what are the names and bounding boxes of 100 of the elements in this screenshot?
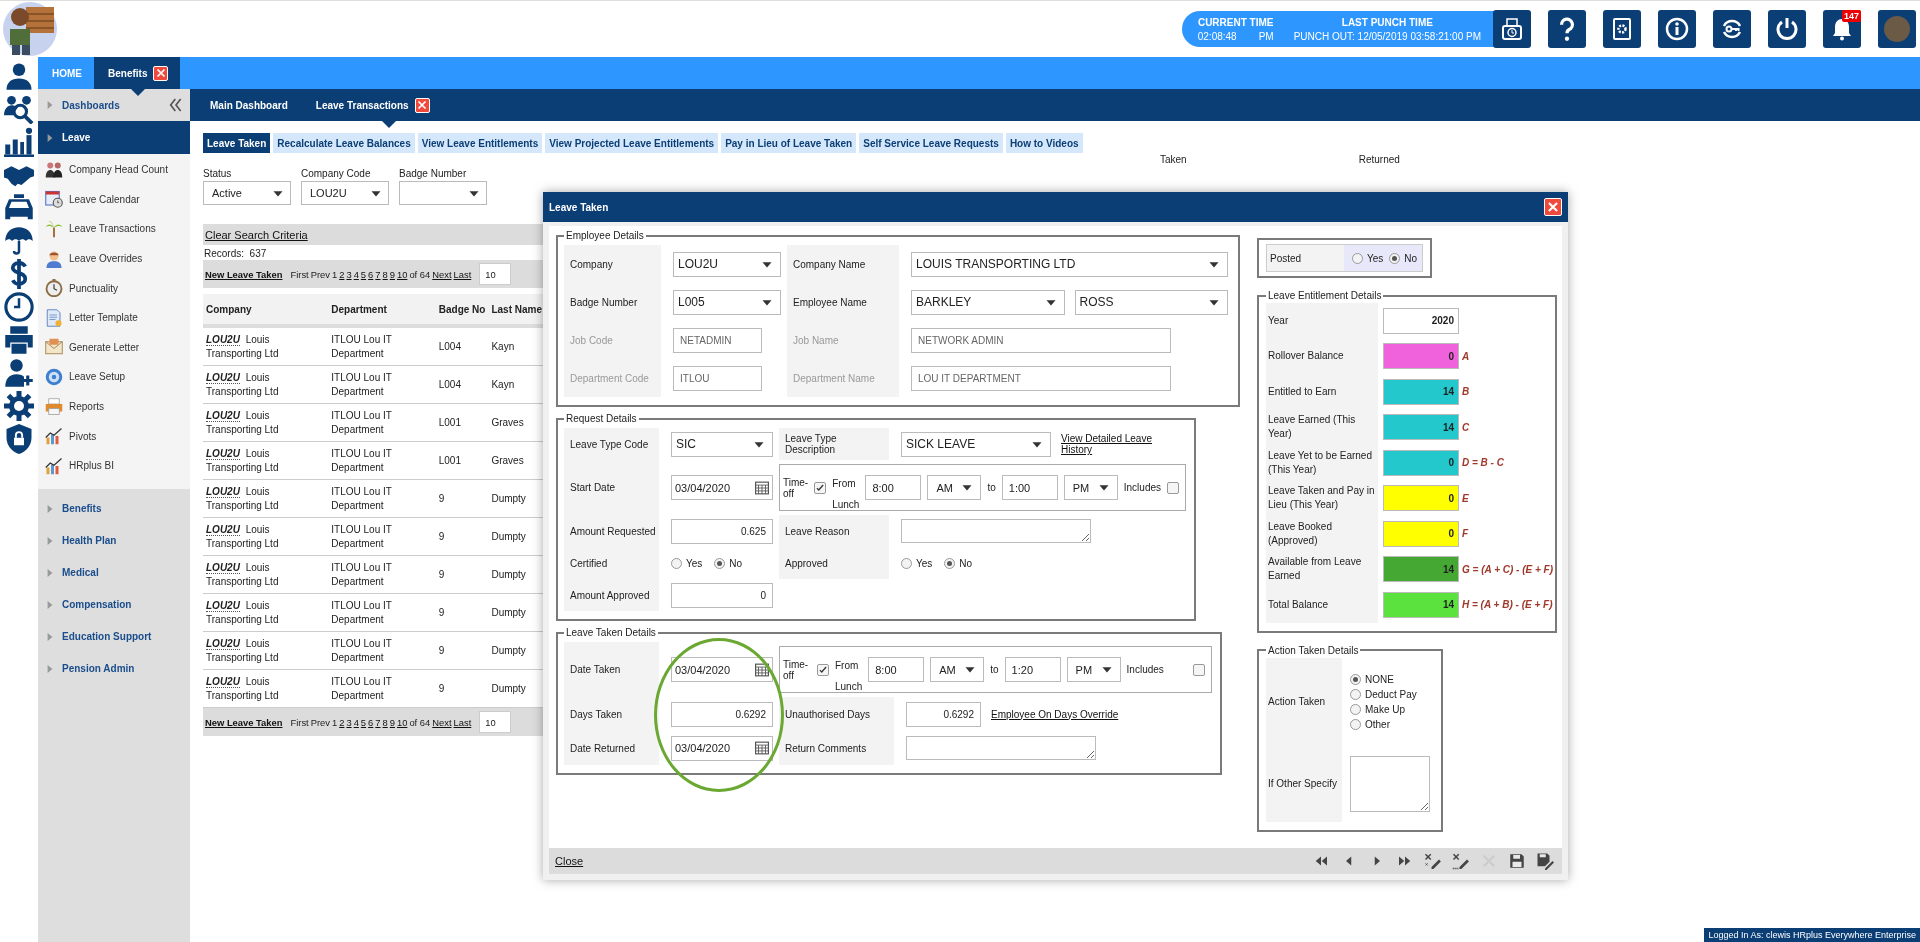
sidebar-section[interactable]: Dashboards xyxy=(38,89,190,121)
page-link[interactable]: 3 xyxy=(346,716,352,728)
dropdown[interactable]: ROSS xyxy=(1074,289,1228,315)
radio-button[interactable] xyxy=(1350,688,1361,700)
calendar-icon[interactable] xyxy=(755,662,769,677)
sub-tab[interactable]: View Projected Leave Entitlements xyxy=(545,133,719,153)
time-field[interactable]: 8:00 xyxy=(865,475,922,500)
sidebar-section[interactable]: Health Plan xyxy=(38,524,190,557)
number-field[interactable]: 0.6292 xyxy=(671,701,773,727)
close-button[interactable] xyxy=(1544,198,1562,216)
filter-dropdown[interactable]: Active xyxy=(203,181,291,205)
chart-person-icon[interactable] xyxy=(4,127,34,157)
sidebar-section[interactable]: Medical xyxy=(38,556,190,589)
menu-item[interactable]: HRplus BI xyxy=(38,450,190,481)
sidebar-section[interactable]: Benefits xyxy=(38,492,190,525)
number-field[interactable]: 0 xyxy=(671,582,773,608)
dropdown[interactable]: AM xyxy=(927,475,982,500)
column-header[interactable]: Badge No xyxy=(435,294,489,326)
menu-item[interactable]: Company Head Count xyxy=(38,155,190,185)
sub-tab[interactable]: Recalculate Leave Balances xyxy=(273,133,415,153)
menu-item[interactable]: Letter Template xyxy=(38,302,190,333)
page-link[interactable]: 7 xyxy=(375,268,381,280)
page-link[interactable]: 6 xyxy=(368,716,374,728)
column-header[interactable]: Company xyxy=(203,294,329,326)
filter-dropdown[interactable]: LOU2U xyxy=(301,181,389,205)
save-edit-icon[interactable] xyxy=(1536,852,1554,870)
page-size-dropdown[interactable]: 10 xyxy=(479,711,512,733)
cancel-edit-icon[interactable] xyxy=(1452,852,1470,870)
dropdown[interactable]: PM xyxy=(1066,657,1121,682)
radio-button[interactable] xyxy=(901,557,912,569)
dropdown[interactable]: AM xyxy=(930,657,985,682)
page-link[interactable]: 4 xyxy=(353,716,359,728)
page-size-dropdown[interactable]: 10 xyxy=(479,263,512,285)
sub-tab[interactable]: Pay in Lieu of Leave Taken xyxy=(721,133,857,153)
date-field[interactable]: 03/04/2020 xyxy=(671,657,773,682)
close-tab-button[interactable] xyxy=(153,65,169,81)
calendar-icon[interactable] xyxy=(755,480,769,495)
save-icon[interactable] xyxy=(1508,852,1526,870)
menu-item[interactable]: Reports xyxy=(38,391,190,422)
checkbox[interactable] xyxy=(817,663,829,676)
checkbox[interactable] xyxy=(814,481,827,494)
column-header[interactable]: Last Name xyxy=(488,294,545,326)
sidebar-section[interactable]: Compensation xyxy=(38,588,190,621)
page-tab[interactable]: Main Dashboard xyxy=(196,89,302,121)
page-link[interactable]: 8 xyxy=(382,716,388,728)
key-refresh-button[interactable] xyxy=(1713,10,1751,48)
next-link[interactable]: Next xyxy=(432,268,452,280)
page-link[interactable]: 8 xyxy=(382,268,388,280)
sidebar-section[interactable]: Education Support xyxy=(38,620,190,653)
page-link[interactable]: 7 xyxy=(375,716,381,728)
new-record-link[interactable]: New Leave Taken xyxy=(205,268,283,280)
help-button[interactable] xyxy=(1548,10,1586,48)
info-button[interactable] xyxy=(1658,10,1696,48)
time-field[interactable]: 1:00 xyxy=(1001,475,1058,500)
sub-tab[interactable]: Leave Taken xyxy=(203,133,271,153)
punch-clock-button[interactable] xyxy=(1493,10,1531,48)
detail-link[interactable]: Employee On Days Override xyxy=(991,708,1119,720)
page-link[interactable]: 10 xyxy=(396,268,408,280)
printer-icon[interactable] xyxy=(4,325,34,355)
collapse-icon[interactable] xyxy=(168,97,184,113)
close-link[interactable]: Close xyxy=(555,855,584,867)
next-link[interactable]: Next xyxy=(432,716,452,728)
radio-button[interactable] xyxy=(714,557,726,569)
date-field[interactable]: 03/04/2020 xyxy=(671,735,773,761)
sub-tab[interactable]: Self Service Leave Requests xyxy=(859,133,1003,153)
umbrella-icon[interactable] xyxy=(4,226,34,256)
dropdown[interactable]: BARKLEY xyxy=(911,289,1065,315)
page-link[interactable]: 6 xyxy=(368,268,374,280)
clear-search-link[interactable]: Clear Search Criteria xyxy=(205,228,308,241)
radio-button[interactable] xyxy=(1350,718,1361,730)
column-header[interactable]: Department xyxy=(328,294,436,326)
sub-tab[interactable]: View Leave Entitlements xyxy=(417,133,543,153)
dropdown[interactable]: LOU2U xyxy=(673,251,781,277)
clock-icon[interactable] xyxy=(4,292,34,322)
menu-item[interactable]: Leave Setup xyxy=(38,362,190,392)
dropdown[interactable]: LOUIS TRANSPORTING LTD xyxy=(911,251,1228,277)
dropdown[interactable]: PM xyxy=(1063,475,1118,500)
notifications-button[interactable]: 147 xyxy=(1823,10,1861,48)
page-link[interactable]: 10 xyxy=(396,716,408,728)
close-tab-button[interactable] xyxy=(414,97,430,113)
clear-edit-icon[interactable] xyxy=(1424,852,1442,870)
radio-button[interactable] xyxy=(1350,673,1361,685)
book-gear-button[interactable] xyxy=(1603,10,1641,48)
detail-link[interactable]: View Detailed Leave History xyxy=(1061,433,1180,455)
power-button[interactable] xyxy=(1768,10,1806,48)
calendar-icon[interactable] xyxy=(755,741,769,755)
radio-button[interactable] xyxy=(1350,703,1361,715)
page-link[interactable]: 2 xyxy=(339,268,345,280)
checkbox[interactable] xyxy=(1167,481,1180,494)
menu-item[interactable]: Leave Transactions xyxy=(38,214,190,244)
page-link[interactable]: 4 xyxy=(353,268,359,280)
page-link[interactable]: 9 xyxy=(389,268,395,280)
sub-tab[interactable]: How to Videos xyxy=(1005,133,1083,153)
menu-item[interactable]: Generate Letter xyxy=(38,332,190,363)
checkbox[interactable] xyxy=(1193,663,1205,676)
menu-item[interactable]: Punctuality xyxy=(38,273,190,303)
page-link[interactable]: 2 xyxy=(339,716,345,728)
menu-item[interactable]: Leave Overrides xyxy=(38,243,190,274)
sidebar-section[interactable]: Leave xyxy=(38,121,190,154)
page-link[interactable]: 9 xyxy=(389,716,395,728)
